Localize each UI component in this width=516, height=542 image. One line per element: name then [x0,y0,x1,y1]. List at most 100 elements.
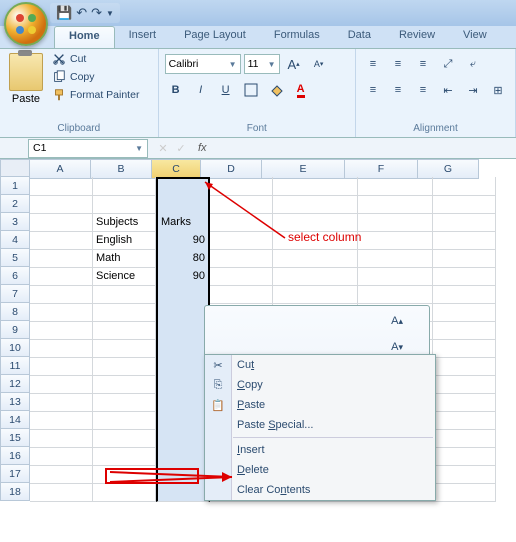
cell-G13[interactable] [433,393,496,412]
cell-F5[interactable] [358,249,433,268]
format-painter-button[interactable]: Format Painter [50,87,141,103]
ctx-copy[interactable]: ⎘Copy [205,375,435,395]
tab-data[interactable]: Data [334,26,385,48]
align-left-button[interactable]: ≡ [362,79,384,101]
row-header-5[interactable]: 5 [0,249,30,267]
cell-C9[interactable] [156,321,210,340]
cell-B8[interactable] [93,303,156,322]
cell-C5[interactable]: 80 [156,249,210,268]
cell-B1[interactable] [93,177,156,196]
row-header-1[interactable]: 1 [0,177,30,195]
cell-G1[interactable] [433,177,496,196]
orientation-button[interactable]: ⤢ [437,53,459,75]
cell-B12[interactable] [93,375,156,394]
cell-A18[interactable] [30,483,93,502]
cell-D4[interactable] [210,231,273,250]
cell-C3[interactable]: Marks [156,213,210,232]
cell-B3[interactable]: Subjects [93,213,156,232]
cell-B6[interactable]: Science [93,267,156,286]
cell-F2[interactable] [358,195,433,214]
column-header-F[interactable]: F [345,159,418,179]
shrink-font-button[interactable]: A▾ [308,53,330,75]
row-header-16[interactable]: 16 [0,447,30,465]
row-header-4[interactable]: 4 [0,231,30,249]
cell-G15[interactable] [433,429,496,448]
column-header-A[interactable]: A [30,159,91,179]
wrap-text-button[interactable]: ⤶ [462,53,484,75]
cell-C2[interactable] [156,195,210,214]
cell-A16[interactable] [30,447,93,466]
ctx-paste-special[interactable]: Paste Special... [205,415,435,435]
cell-A5[interactable] [30,249,93,268]
cell-B2[interactable] [93,195,156,214]
paste-button[interactable]: Paste [6,51,46,105]
cell-C14[interactable] [156,411,210,430]
cell-B18[interactable] [93,483,156,502]
cell-F1[interactable] [358,177,433,196]
merge-button[interactable]: ⊞ [487,79,509,101]
row-header-6[interactable]: 6 [0,267,30,285]
row-header-10[interactable]: 10 [0,339,30,357]
cell-B11[interactable] [93,357,156,376]
undo-icon[interactable]: ↶ [76,5,87,21]
cell-D6[interactable] [210,267,273,286]
office-button[interactable] [4,2,48,46]
cell-G9[interactable] [433,321,496,340]
ctx-cut[interactable]: ✂Cut [205,355,435,375]
row-header-9[interactable]: 9 [0,321,30,339]
cell-D5[interactable] [210,249,273,268]
ctx-delete[interactable]: Delete [205,460,435,480]
row-header-2[interactable]: 2 [0,195,30,213]
cell-B9[interactable] [93,321,156,340]
cell-C6[interactable]: 90 [156,267,210,286]
cell-G10[interactable] [433,339,496,358]
font-size-combo[interactable]: 11▼ [244,54,280,74]
cancel-formula-icon[interactable]: ✕ [154,142,172,155]
cell-B10[interactable] [93,339,156,358]
save-icon[interactable]: 💾 [56,5,72,21]
cell-C7[interactable] [156,285,210,304]
row-header-14[interactable]: 14 [0,411,30,429]
underline-button[interactable]: U [215,79,237,101]
ctx-paste[interactable]: 📋Paste [205,395,435,415]
cell-G12[interactable] [433,375,496,394]
row-header-15[interactable]: 15 [0,429,30,447]
font-name-combo[interactable]: Calibri▼ [165,54,241,74]
tab-insert[interactable]: Insert [115,26,171,48]
name-box[interactable]: C1▼ [28,139,148,158]
column-header-E[interactable]: E [262,159,345,179]
row-header-17[interactable]: 17 [0,465,30,483]
increase-indent-button[interactable]: ⇥ [462,79,484,101]
align-middle-button[interactable]: ≡ [387,53,409,75]
cell-A11[interactable] [30,357,93,376]
cell-G6[interactable] [433,267,496,286]
cell-C15[interactable] [156,429,210,448]
cell-C18[interactable] [156,483,210,502]
cell-A10[interactable] [30,339,93,358]
redo-icon[interactable]: ↷ [91,5,102,21]
column-header-G[interactable]: G [418,159,479,179]
row-header-3[interactable]: 3 [0,213,30,231]
cell-G16[interactable] [433,447,496,466]
cell-F7[interactable] [358,285,433,304]
decrease-indent-button[interactable]: ⇤ [437,79,459,101]
cell-F4[interactable] [358,231,433,250]
row-header-11[interactable]: 11 [0,357,30,375]
align-top-button[interactable]: ≡ [362,53,384,75]
cell-A8[interactable] [30,303,93,322]
cell-G8[interactable] [433,303,496,322]
align-center-button[interactable]: ≡ [387,79,409,101]
cell-C11[interactable] [156,357,210,376]
cell-E7[interactable] [273,285,358,304]
cell-A14[interactable] [30,411,93,430]
mini-grow-font[interactable]: A▴ [383,308,411,334]
cell-A2[interactable] [30,195,93,214]
cell-A1[interactable] [30,177,93,196]
fx-label[interactable]: fx [198,142,207,154]
cut-button[interactable]: Cut [50,51,141,67]
cell-A13[interactable] [30,393,93,412]
cell-A6[interactable] [30,267,93,286]
cell-A15[interactable] [30,429,93,448]
cell-C8[interactable] [156,303,210,322]
cell-B13[interactable] [93,393,156,412]
